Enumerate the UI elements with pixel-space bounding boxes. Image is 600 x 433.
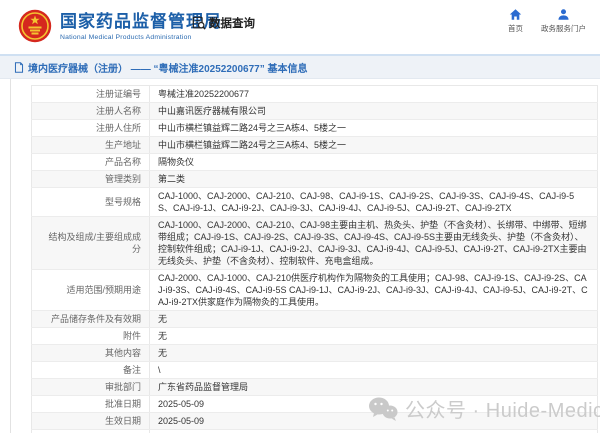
nav-portal-label: 政务服务门户 bbox=[541, 23, 586, 34]
national-emblem-icon bbox=[18, 9, 52, 43]
table-row: 附件无 bbox=[32, 328, 598, 345]
row-value: 第二类 bbox=[150, 171, 598, 188]
table-row: 生效日期2025-05-09 bbox=[32, 413, 598, 430]
row-label: 其他内容 bbox=[32, 345, 150, 362]
table-row: 产品名称隔物灸仪 bbox=[32, 154, 598, 171]
nav-data-query[interactable]: 数据查询 bbox=[192, 15, 255, 31]
breadcrumb-title: 境内医疗器械（注册） —— “粤械注准20252200677” 基本信息 bbox=[28, 60, 308, 75]
table-row: 其他内容无 bbox=[32, 345, 598, 362]
document-icon bbox=[14, 62, 24, 73]
data-query-label: 数据查询 bbox=[209, 15, 255, 31]
table-row: 注册人名称中山嘉讯医疗器械有限公司 bbox=[32, 103, 598, 120]
table-row: 审批部门广东省药品监督管理局 bbox=[32, 379, 598, 396]
nav-home[interactable]: 首页 bbox=[508, 8, 523, 34]
breadcrumb: 境内医疗器械（注册） —— “粤械注准20252200677” 基本信息 bbox=[0, 56, 600, 79]
agency-name-en: National Medical Products Administration bbox=[60, 34, 222, 41]
row-label: 审批部门 bbox=[32, 379, 150, 396]
table-row: 有效期至2030-05-08 bbox=[32, 430, 598, 433]
main-content: 注册证编号粤械注准20252200677注册人名称中山嘉讯医疗器械有限公司注册人… bbox=[10, 79, 600, 433]
row-value: 粤械注准20252200677 bbox=[150, 86, 598, 103]
table-row: 适用范围/预期用途CAJ-2000、CAJ-1000、CAJ-210供医疗机构作… bbox=[32, 270, 598, 311]
row-label: 型号规格 bbox=[32, 188, 150, 217]
row-value: 中山市横栏镇益辉二路24号之三A栋4、5楼之一 bbox=[150, 120, 598, 137]
row-label: 适用范围/预期用途 bbox=[32, 270, 150, 311]
site-header: 国家药品监督管理局 National Medical Products Admi… bbox=[0, 0, 600, 56]
row-value: \ bbox=[150, 362, 598, 379]
row-value: 隔物灸仪 bbox=[150, 154, 598, 171]
row-value: CAJ-2000、CAJ-1000、CAJ-210供医疗机构作为隔物灸的工具使用… bbox=[150, 270, 598, 311]
row-value: 2030-05-08 bbox=[150, 430, 598, 433]
table-row: 管理类别第二类 bbox=[32, 171, 598, 188]
row-value: 2025-05-09 bbox=[150, 413, 598, 430]
page: 国家药品监督管理局 National Medical Products Admi… bbox=[0, 0, 600, 433]
row-label: 生效日期 bbox=[32, 413, 150, 430]
row-value: 无 bbox=[150, 328, 598, 345]
table-row: 生产地址中山市横栏镇益辉二路24号之三A栋4、5楼之一 bbox=[32, 137, 598, 154]
row-label: 批准日期 bbox=[32, 396, 150, 413]
row-label: 备注 bbox=[32, 362, 150, 379]
row-label: 产品储存条件及有效期 bbox=[32, 311, 150, 328]
home-icon bbox=[509, 8, 522, 21]
row-value: 无 bbox=[150, 311, 598, 328]
row-label: 生产地址 bbox=[32, 137, 150, 154]
top-nav: 首页 政务服务门户 bbox=[508, 8, 586, 34]
table-row: 结构及组成/主要组成成分CAJ-1000、CAJ-2000、CAJ-210、CA… bbox=[32, 217, 598, 270]
table-row: 注册证编号粤械注准20252200677 bbox=[32, 86, 598, 103]
row-label: 结构及组成/主要组成成分 bbox=[32, 217, 150, 270]
row-label: 注册人名称 bbox=[32, 103, 150, 120]
table-row: 备注\ bbox=[32, 362, 598, 379]
nav-home-label: 首页 bbox=[508, 23, 523, 34]
user-icon bbox=[557, 8, 570, 21]
registration-table-body: 注册证编号粤械注准20252200677注册人名称中山嘉讯医疗器械有限公司注册人… bbox=[32, 86, 598, 433]
row-value: CAJ-1000、CAJ-2000、CAJ-210、CAJ-98、CAJ-i9-… bbox=[150, 188, 598, 217]
row-value: 中山嘉讯医疗器械有限公司 bbox=[150, 103, 598, 120]
table-row: 批准日期2025-05-09 bbox=[32, 396, 598, 413]
row-label: 附件 bbox=[32, 328, 150, 345]
table-row: 注册人住所中山市横栏镇益辉二路24号之三A栋4、5楼之一 bbox=[32, 120, 598, 137]
data-query-icon bbox=[192, 16, 206, 30]
row-label: 注册人住所 bbox=[32, 120, 150, 137]
row-value: 无 bbox=[150, 345, 598, 362]
table-row: 型号规格CAJ-1000、CAJ-2000、CAJ-210、CAJ-98、CAJ… bbox=[32, 188, 598, 217]
row-label: 注册证编号 bbox=[32, 86, 150, 103]
nav-portal[interactable]: 政务服务门户 bbox=[541, 8, 586, 34]
row-label: 产品名称 bbox=[32, 154, 150, 171]
row-label: 有效期至 bbox=[32, 430, 150, 433]
row-value: 2025-05-09 bbox=[150, 396, 598, 413]
row-value: 广东省药品监督管理局 bbox=[150, 379, 598, 396]
registration-table: 注册证编号粤械注准20252200677注册人名称中山嘉讯医疗器械有限公司注册人… bbox=[31, 85, 598, 433]
table-row: 产品储存条件及有效期无 bbox=[32, 311, 598, 328]
row-value: 中山市横栏镇益辉二路24号之三A栋4、5楼之一 bbox=[150, 137, 598, 154]
row-value: CAJ-1000、CAJ-2000、CAJ-210、CAJ-98主要由主机、热灸… bbox=[150, 217, 598, 270]
row-label: 管理类别 bbox=[32, 171, 150, 188]
